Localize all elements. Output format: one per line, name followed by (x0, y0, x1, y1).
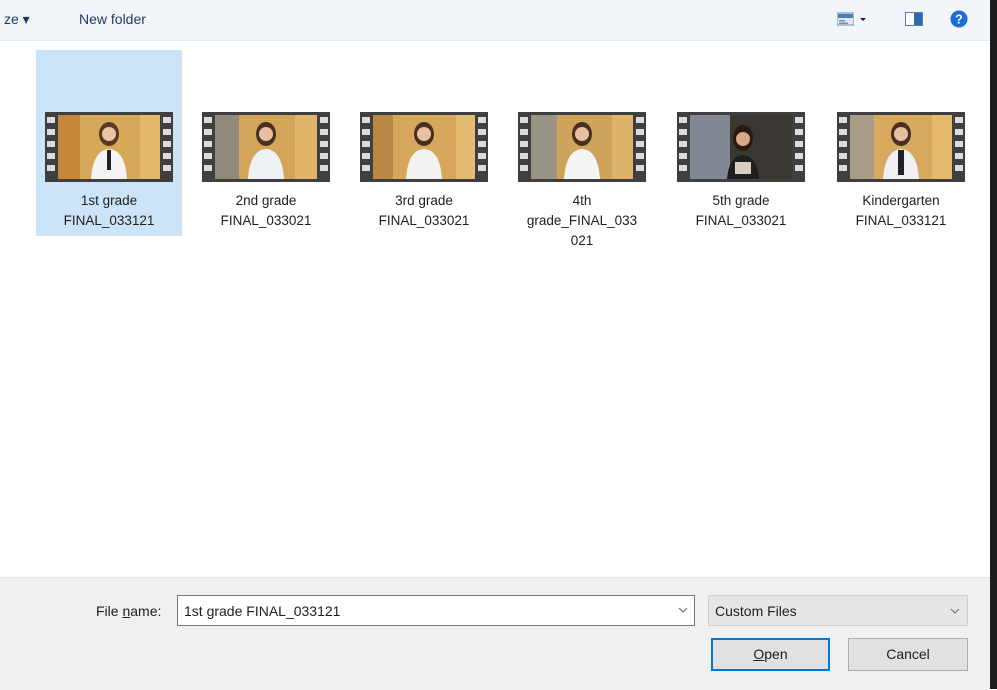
open-button[interactable]: Open (711, 638, 830, 671)
file-name-label: 2nd grade FINAL_033021 (220, 193, 312, 228)
file-name-input[interactable] (178, 596, 664, 625)
chevron-down-icon[interactable] (859, 10, 867, 28)
video-file-icon (677, 112, 805, 182)
window-edge (990, 0, 997, 689)
file-item[interactable]: 1st grade FINAL_033121 (36, 50, 182, 236)
file-item[interactable]: Kindergarten FINAL_033121 (828, 50, 974, 236)
video-file-icon (360, 112, 488, 182)
file-name-label: Kindergarten FINAL_033121 (855, 193, 947, 228)
video-file-icon (45, 112, 173, 182)
help-icon[interactable]: ? (949, 10, 969, 28)
command-bar: ze ▾ New folder ? (0, 0, 990, 41)
cancel-button[interactable]: Cancel (848, 638, 968, 671)
file-type-select[interactable]: Custom Files (708, 595, 968, 626)
file-item[interactable]: 2nd grade FINAL_033021 (193, 50, 339, 236)
file-name-label: 1st grade FINAL_033121 (63, 193, 155, 228)
file-name-label: 5th grade FINAL_033021 (695, 193, 787, 228)
svg-text:?: ? (955, 13, 963, 27)
file-name-label-text: File name: (96, 603, 162, 619)
dialog-footer: File name: Custom Files Open Cancel (0, 577, 990, 690)
video-file-icon (202, 112, 330, 182)
file-item[interactable]: 4th grade_FINAL_033 021 (509, 50, 655, 248)
organize-button[interactable]: ze ▾ (4, 11, 30, 28)
chevron-down-icon[interactable] (678, 606, 688, 614)
file-list: 1st grade FINAL_033121 2nd grade FINAL_0… (0, 41, 990, 576)
file-name-label: 4th grade_FINAL_033 021 (526, 193, 638, 248)
video-file-icon (837, 112, 965, 182)
new-folder-button[interactable]: New folder (79, 11, 146, 27)
file-item[interactable]: 5th grade FINAL_033021 (668, 50, 814, 236)
chevron-down-icon (950, 608, 960, 614)
file-item[interactable]: 3rd grade FINAL_033021 (351, 50, 497, 236)
file-type-value: Custom Files (715, 603, 797, 619)
file-name-combobox[interactable] (177, 595, 695, 626)
preview-pane-icon[interactable] (905, 10, 923, 28)
file-name-label: 3rd grade FINAL_033021 (378, 193, 470, 228)
view-options-icon[interactable] (837, 10, 854, 28)
video-file-icon (518, 112, 646, 182)
